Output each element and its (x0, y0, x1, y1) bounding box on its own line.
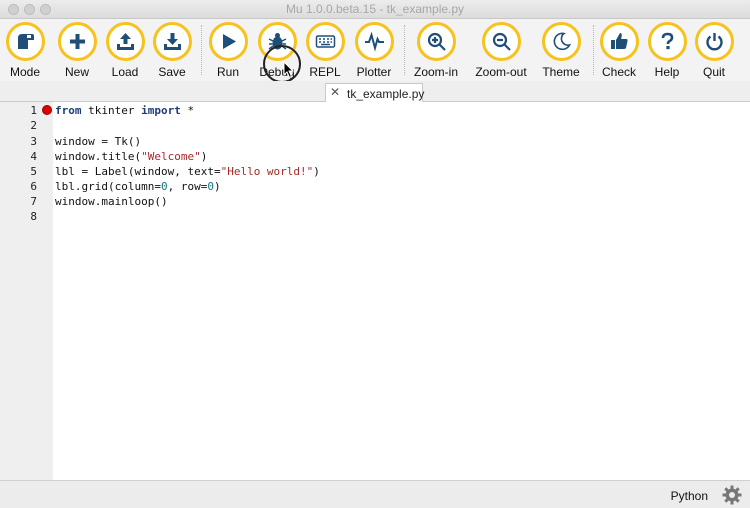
mouse-pointer-icon (283, 61, 295, 79)
toolbar: Mode New Load Save Run Debug REPL Plotte… (0, 19, 750, 83)
mode-indicator[interactable]: Python (671, 489, 708, 503)
code-line: lbl.grid(column=0, row=0) (55, 180, 221, 193)
tab-bar: ✕ tk_example.py (0, 81, 750, 103)
code-line: lbl = Label(window, text="Hello world!") (55, 165, 320, 178)
breakpoint-marker[interactable] (42, 105, 52, 115)
code-line: from tkinter import * (55, 104, 195, 117)
line-number: 5 (30, 165, 37, 178)
line-number: 3 (30, 135, 37, 148)
code-line: window = Tk() (55, 135, 142, 148)
power-icon (706, 33, 723, 51)
play-icon (223, 34, 236, 49)
window-title: Mu 1.0.0.beta.15 - tk_example.py (285, 2, 465, 16)
status-bar: Python (0, 480, 750, 508)
keyboard-icon (315, 35, 336, 48)
line-number: 7 (30, 195, 37, 208)
download-icon (164, 33, 181, 50)
gear-icon[interactable] (722, 485, 742, 505)
quit-label: Quit (702, 65, 725, 79)
question-icon (661, 32, 674, 50)
mode-icon (18, 34, 34, 49)
line-number: 6 (30, 180, 37, 193)
code-editor[interactable]: 1 2 3 4 5 6 7 8 from tkinter import * wi… (0, 102, 750, 480)
line-number: 4 (30, 150, 37, 163)
line-number-gutter[interactable]: 1 2 3 4 5 6 7 8 (0, 102, 53, 480)
zoom-out-button[interactable]: Zoom-out (475, 22, 527, 80)
zoom-in-icon (427, 32, 446, 51)
line-number: 2 (30, 119, 37, 132)
line-number: 1 (30, 104, 37, 117)
upload-icon (117, 33, 134, 50)
line-number: 8 (30, 210, 37, 223)
zoom-out-icon (492, 32, 511, 51)
cursor-highlight (263, 45, 301, 83)
code-line: window.title("Welcome") (55, 150, 208, 163)
code-line: window.mainloop() (55, 195, 168, 208)
plotter-button[interactable]: Plotter (350, 22, 398, 80)
close-tab-icon[interactable]: ✕ (330, 85, 340, 99)
pulse-icon (365, 31, 384, 52)
title-bar: Mu 1.0.0.beta.15 - tk_example.py (0, 0, 750, 19)
tab-tk-example[interactable]: ✕ tk_example.py (325, 83, 425, 103)
theme-button[interactable]: Theme (537, 22, 585, 80)
quit-button[interactable]: Quit (690, 22, 738, 80)
thumbs-up-icon (611, 33, 628, 49)
moon-icon (553, 32, 572, 51)
save-button[interactable]: Save (148, 22, 196, 80)
zoom-in-button[interactable]: Zoom-in (412, 22, 460, 80)
plus-icon (70, 34, 85, 49)
tab-label: tk_example.py (347, 87, 425, 101)
